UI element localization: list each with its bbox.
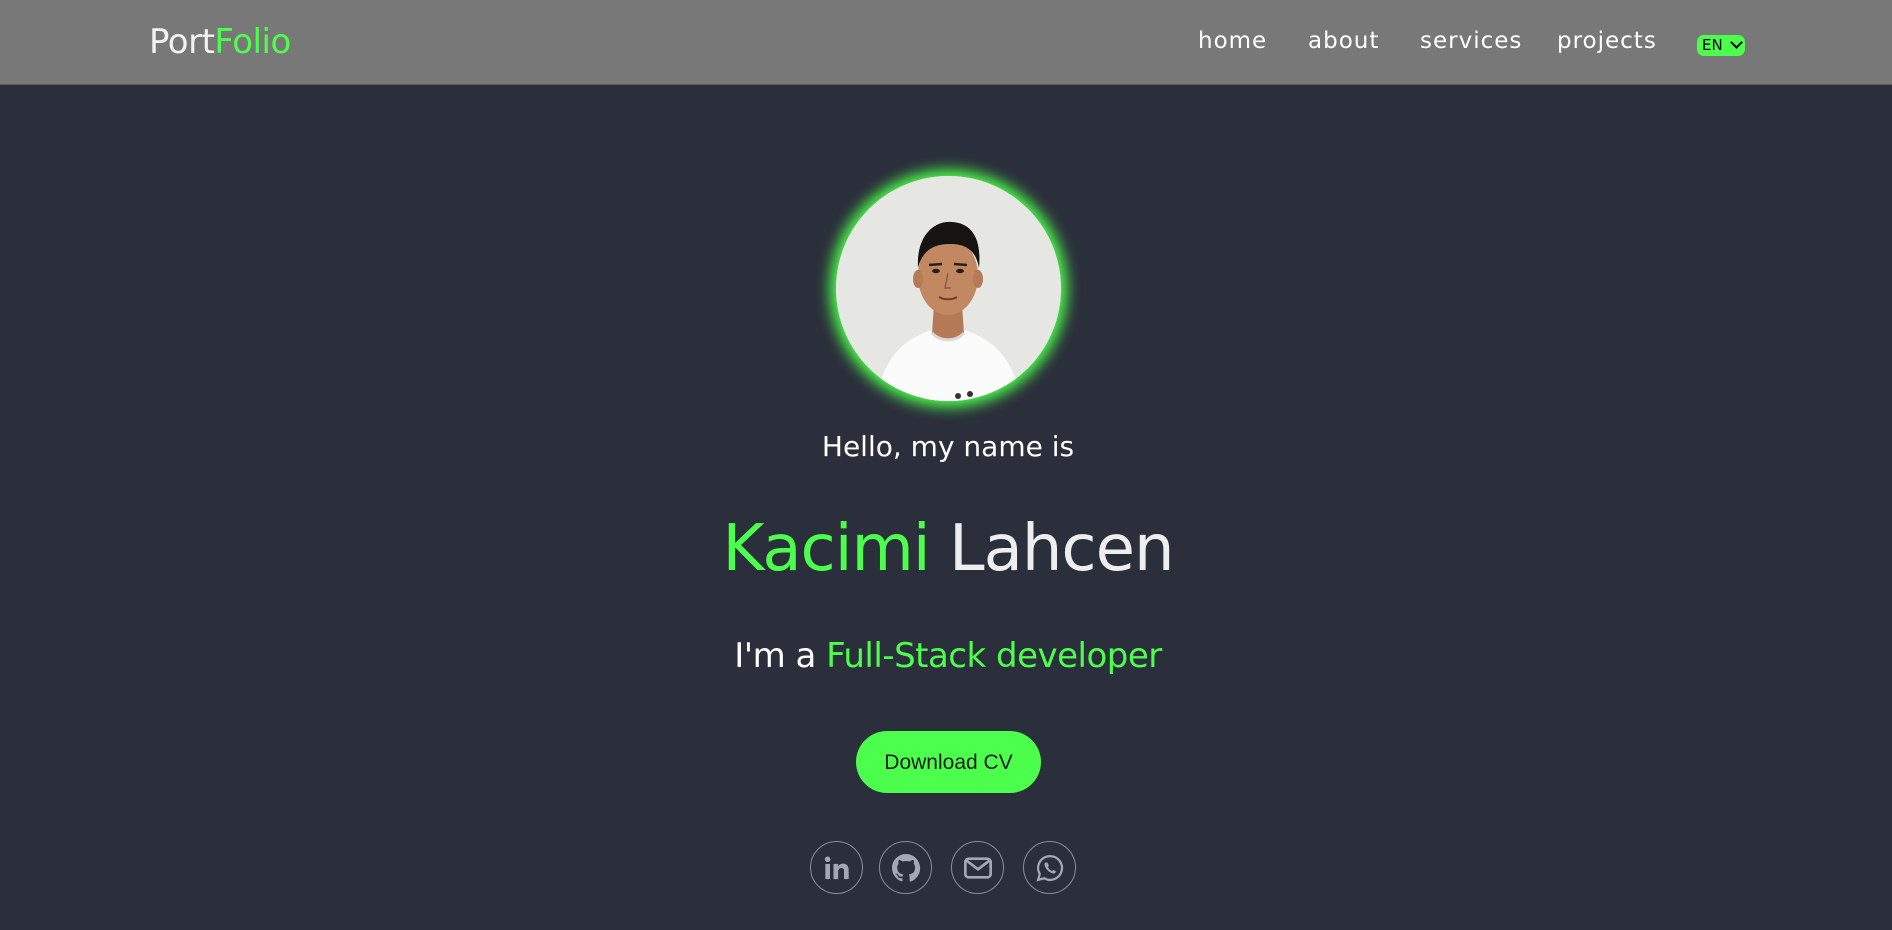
profile-photo bbox=[836, 176, 1061, 401]
logo-text-folio: Folio bbox=[214, 22, 291, 62]
nav-link-home[interactable]: home bbox=[1198, 28, 1267, 54]
hero-last-name: Lahcen bbox=[948, 512, 1175, 586]
hero-greeting: Hello, my name is bbox=[821, 430, 1075, 463]
hero-name: Kacimi Lahcen bbox=[0, 512, 1892, 586]
nav-link-about[interactable]: about bbox=[1308, 28, 1379, 54]
github-button[interactable] bbox=[879, 841, 932, 894]
hero-role-title: Full-Stack developer bbox=[826, 636, 1162, 676]
mail-icon bbox=[963, 856, 992, 879]
language-select[interactable]: EN bbox=[1697, 35, 1745, 56]
language-select-value: EN bbox=[1702, 36, 1723, 54]
avatar bbox=[836, 176, 1061, 401]
chevron-down-icon bbox=[1730, 36, 1743, 49]
logo[interactable]: PortFolio bbox=[149, 22, 291, 62]
nav-link-projects[interactable]: projects bbox=[1557, 28, 1657, 54]
nav-link-services[interactable]: services bbox=[1420, 28, 1522, 54]
whatsapp-button[interactable] bbox=[1023, 841, 1076, 894]
hero-role: I'm a Full-Stack developer bbox=[0, 636, 1892, 676]
whatsapp-icon bbox=[1036, 854, 1063, 881]
linkedin-button[interactable] bbox=[810, 841, 863, 894]
navbar: PortFolio home about services projects E… bbox=[0, 0, 1892, 85]
logo-text-port: Port bbox=[149, 22, 215, 62]
mail-button[interactable] bbox=[951, 841, 1004, 894]
hero-role-prefix: I'm a bbox=[734, 636, 816, 676]
linkedin-icon bbox=[824, 855, 849, 879]
github-icon bbox=[891, 853, 920, 882]
hero-first-name: Kacimi bbox=[722, 512, 930, 586]
download-cv-button[interactable]: Download CV bbox=[856, 731, 1041, 793]
